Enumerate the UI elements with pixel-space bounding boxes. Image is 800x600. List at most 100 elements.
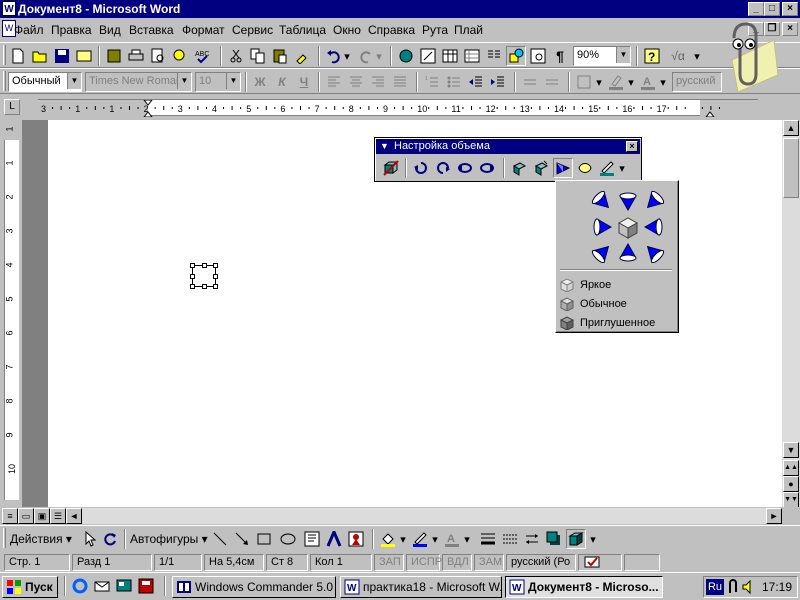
align-right-icon[interactable] — [368, 72, 388, 92]
wordart-icon[interactable] — [324, 529, 344, 549]
menu-play[interactable]: Плай — [454, 23, 483, 37]
light-direction-bottom-right[interactable] — [646, 245, 666, 263]
web-layout-icon[interactable]: ▭ — [18, 508, 34, 524]
chevron-down-icon[interactable]: ▾ — [594, 72, 604, 92]
3d-color-icon[interactable] — [597, 158, 617, 178]
normal-view-icon[interactable]: ≡ — [2, 508, 18, 524]
select-objects-icon[interactable] — [80, 529, 100, 549]
print-layout-icon[interactable]: ▣ — [34, 508, 50, 524]
undo-icon[interactable] — [324, 46, 344, 66]
chevron-down-icon[interactable]: ▾ — [398, 529, 408, 549]
align-center-icon[interactable] — [346, 72, 366, 92]
3d-settings-title-bar[interactable]: ▼ Настройка объема × — [376, 139, 640, 154]
3d-settings-toolbar[interactable]: ▼ Настройка объема × ▾ — [374, 137, 642, 182]
document-map-icon[interactable] — [528, 46, 548, 66]
horizontal-ruler[interactable]: 3 1 1 2 3 4 5 6 7 8 9 10 11 12 13 14 15 16 17 — [38, 99, 758, 117]
light-direction-center[interactable] — [617, 217, 639, 239]
minimize-button[interactable]: _ — [748, 2, 764, 16]
menu-insert[interactable]: Вставка — [129, 23, 174, 37]
lighting-option-bright[interactable]: Яркое — [560, 276, 611, 294]
direction-icon[interactable] — [531, 158, 551, 178]
chevron-down-icon[interactable]: ▾ — [430, 529, 440, 549]
chevron-down-icon[interactable]: ▼ — [177, 73, 191, 89]
tables-borders-icon[interactable] — [418, 46, 438, 66]
undo-dropdown-icon[interactable]: ▾ — [342, 46, 352, 66]
resize-handle[interactable] — [213, 284, 218, 289]
outlook-express-icon[interactable] — [92, 576, 112, 596]
horizontal-scroll-track[interactable] — [82, 508, 766, 524]
redo-icon[interactable] — [356, 46, 376, 66]
line-style-icon[interactable] — [478, 529, 498, 549]
menu-ruta[interactable]: Рута — [422, 23, 448, 37]
cut-icon[interactable] — [226, 46, 246, 66]
save-icon[interactable] — [52, 46, 72, 66]
redo-dropdown-icon[interactable]: ▾ — [374, 46, 384, 66]
chevron-down-icon[interactable]: ▾ — [617, 158, 627, 178]
chevron-down-icon[interactable]: ▾ — [626, 72, 636, 92]
close-icon[interactable]: × — [626, 141, 638, 152]
insert-table-icon[interactable] — [440, 46, 460, 66]
oval-icon[interactable] — [278, 529, 298, 549]
menu-edit[interactable]: Правка — [51, 23, 92, 37]
resize-handle[interactable] — [202, 263, 207, 268]
dash-style-icon[interactable] — [500, 529, 520, 549]
equation-icon[interactable]: √α — [664, 46, 692, 66]
vertical-scrollbar[interactable]: ▲ ▼ ▲▲ ● ▼▼ — [782, 120, 800, 508]
outline-view-icon[interactable]: ☰ — [50, 508, 66, 524]
font-size-combo[interactable]: 10 ▼ — [195, 72, 241, 92]
chevron-down-icon[interactable]: ▾ — [588, 529, 598, 549]
clip-art-icon[interactable] — [346, 529, 366, 549]
font-color-icon[interactable]: A — [638, 72, 658, 92]
status-track-changes[interactable]: ИСПР — [406, 554, 442, 571]
chevron-down-icon[interactable]: ▼ — [616, 47, 630, 63]
borders-icon[interactable] — [520, 72, 540, 92]
justify-icon[interactable] — [390, 72, 410, 92]
light-direction-top[interactable] — [619, 192, 637, 212]
quick-launch-app-icon[interactable] — [136, 576, 156, 596]
status-overtype[interactable]: ЗАМ — [474, 554, 504, 571]
new-icon[interactable] — [8, 46, 28, 66]
3d-on-off-icon[interactable] — [381, 158, 401, 178]
menu-tools[interactable]: Сервис — [232, 23, 273, 37]
task-windows-commander[interactable]: Windows Commander 5.0 — [172, 576, 336, 598]
depth-icon[interactable] — [509, 158, 529, 178]
start-button[interactable]: Пуск — [2, 576, 58, 598]
copy-icon[interactable] — [248, 46, 268, 66]
bullets-icon[interactable] — [444, 72, 464, 92]
font-combo[interactable]: Times New Roman ▼ — [85, 72, 192, 92]
menu-table[interactable]: Таблица — [279, 23, 326, 37]
chevron-down-icon[interactable]: ▾ — [658, 72, 668, 92]
format-painter-icon[interactable] — [292, 46, 312, 66]
light-direction-left[interactable] — [593, 218, 613, 236]
tilt-left-icon[interactable] — [455, 158, 475, 178]
resize-handle[interactable] — [190, 263, 195, 268]
scroll-down-icon[interactable]: ▼ — [783, 442, 799, 458]
actions-menu-button[interactable]: Действия ▾ — [10, 529, 80, 549]
internet-explorer-icon[interactable] — [70, 576, 90, 596]
chevron-down-icon[interactable]: ▼ — [226, 73, 240, 89]
free-rotate-icon[interactable] — [100, 529, 120, 549]
maximize-button[interactable]: □ — [764, 2, 780, 16]
lighting-dropdown[interactable]: Яркое Обычное Приглушенное — [555, 180, 679, 333]
3d-icon[interactable] — [566, 529, 586, 549]
light-direction-bottom-left[interactable] — [591, 245, 610, 263]
status-language[interactable]: русский (Ро — [506, 554, 576, 571]
underline-icon[interactable]: Ч — [294, 72, 314, 92]
spelling-icon[interactable]: ABC — [192, 46, 212, 66]
autoshapes-menu-button[interactable]: Автофигуры ▾ — [130, 529, 210, 549]
surface-icon[interactable] — [575, 158, 595, 178]
resize-handle[interactable] — [190, 274, 195, 279]
tab-selector[interactable]: L — [4, 99, 20, 115]
font-color-icon[interactable]: A — [442, 529, 462, 549]
borders2-icon[interactable] — [542, 72, 562, 92]
align-left-icon[interactable] — [324, 72, 344, 92]
scroll-right-icon[interactable]: ► — [766, 508, 782, 524]
light-direction-top-left[interactable] — [591, 190, 610, 209]
text-box-icon[interactable] — [302, 529, 322, 549]
email-icon[interactable] — [74, 46, 94, 66]
task-document8-word[interactable]: W Документ8 - Microso... — [505, 576, 663, 598]
task-praktika18-word[interactable]: W практика18 - Microsoft W... — [340, 576, 502, 598]
menu-window[interactable]: Окно — [333, 23, 361, 37]
tilt-up-icon[interactable] — [433, 158, 453, 178]
light-direction-right[interactable] — [643, 218, 663, 236]
